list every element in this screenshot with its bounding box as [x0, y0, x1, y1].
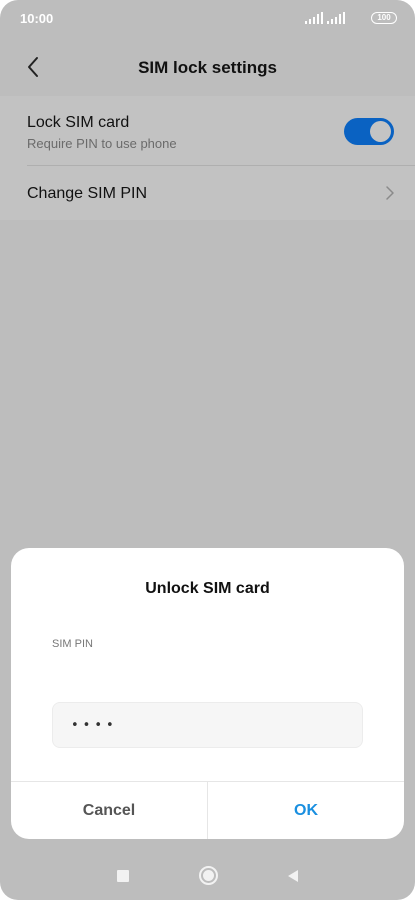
recents-icon[interactable] — [117, 870, 129, 882]
home-icon[interactable] — [199, 866, 218, 885]
status-time: 10:00 — [20, 11, 54, 26]
nav-bar — [0, 850, 415, 900]
sim-pin-input[interactable] — [52, 702, 363, 748]
lock-sim-toggle[interactable] — [344, 118, 394, 145]
lock-sim-subtitle: Require PIN to use phone — [27, 136, 177, 151]
status-bar: 10:00 100 — [0, 0, 415, 38]
phone-screen: 10:00 100 SIM lock settings Lock SIM car… — [0, 0, 415, 900]
change-pin-title: Change SIM PIN — [27, 185, 148, 202]
dialog-title: Unlock SIM card — [145, 580, 270, 597]
lock-sim-title: Lock SIM card — [27, 114, 130, 131]
lock-sim-row[interactable]: Lock SIM card Require PIN to use phone — [0, 96, 415, 166]
unlock-sim-dialog: Unlock SIM card SIM PIN Cancel OK — [11, 548, 404, 839]
header: SIM lock settings — [0, 38, 415, 96]
signal-icon — [305, 12, 323, 24]
chevron-right-icon — [386, 186, 394, 200]
change-pin-row[interactable]: Change SIM PIN — [0, 166, 415, 220]
back-icon[interactable] — [287, 869, 299, 883]
battery-icon: 100 — [371, 12, 397, 24]
signal-icon — [327, 12, 345, 24]
cancel-button[interactable]: Cancel — [11, 782, 207, 839]
toggle-knob — [370, 121, 391, 142]
settings-list: Lock SIM card Require PIN to use phone C… — [0, 96, 415, 220]
page-title: SIM lock settings — [138, 58, 277, 77]
ok-button[interactable]: OK — [208, 782, 404, 839]
sim-pin-label: SIM PIN — [52, 638, 93, 650]
